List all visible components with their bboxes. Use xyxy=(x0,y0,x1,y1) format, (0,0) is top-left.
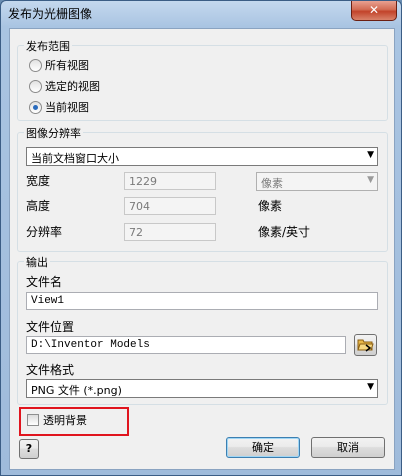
height-field[interactable]: 704 xyxy=(124,197,216,215)
chevron-down-icon: ▼ xyxy=(367,382,374,392)
resolution-group-label: 图像分辨率 xyxy=(24,125,83,141)
width-label: 宽度 xyxy=(26,174,51,188)
transparent-bg-checkbox[interactable] xyxy=(27,414,39,426)
unit-select[interactable]: 像素 ▼ xyxy=(256,172,378,191)
dpi-label: 分辨率 xyxy=(26,225,63,239)
dialog-window: 发布为光栅图像 ✕ 发布范围 所有视图 选定的视图 当前视图 图像分辨率 当前文… xyxy=(0,0,402,476)
chevron-down-icon: ▼ xyxy=(367,150,374,160)
chevron-down-icon: ▼ xyxy=(367,175,374,185)
filename-field[interactable]: View1 xyxy=(26,292,378,310)
height-label: 高度 xyxy=(26,199,51,213)
dpi-unit-label: 像素/英寸 xyxy=(258,225,311,239)
radio-all-views[interactable] xyxy=(29,59,42,72)
location-label: 文件位置 xyxy=(26,320,75,334)
folder-browse-icon xyxy=(357,339,374,352)
radio-current-view[interactable] xyxy=(29,101,42,114)
format-label: 文件格式 xyxy=(26,363,75,377)
radio-all-views-label: 所有视图 xyxy=(45,59,89,72)
output-group-label: 输出 xyxy=(24,254,50,270)
filename-label: 文件名 xyxy=(26,275,63,289)
dialog-body: 发布范围 所有视图 选定的视图 当前视图 图像分辨率 当前文档窗口大小 ▼ 宽度… xyxy=(9,28,395,470)
format-select-value: PNG 文件 (*.png) xyxy=(31,384,122,397)
window-title: 发布为光栅图像 xyxy=(8,7,93,21)
browse-folder-button[interactable] xyxy=(354,334,377,356)
radio-current-view-label: 当前视图 xyxy=(45,101,89,114)
unit-select-value: 像素 xyxy=(261,177,283,190)
format-select[interactable]: PNG 文件 (*.png) ▼ xyxy=(26,379,378,398)
location-field[interactable]: D:\Inventor Models xyxy=(26,336,346,354)
transparent-bg-label: 透明背景 xyxy=(43,414,87,427)
cancel-button[interactable]: 取消 xyxy=(311,437,385,458)
help-icon: ? xyxy=(25,442,33,455)
title-bar[interactable]: 发布为光栅图像 ✕ xyxy=(1,1,401,27)
radio-selected-views[interactable] xyxy=(29,80,42,93)
close-button[interactable]: ✕ xyxy=(351,1,397,21)
radio-selected-views-label: 选定的视图 xyxy=(45,80,100,93)
help-button[interactable]: ? xyxy=(19,439,39,459)
height-unit-label: 像素 xyxy=(258,199,283,213)
resolution-preset-select[interactable]: 当前文档窗口大小 ▼ xyxy=(26,147,378,166)
resolution-preset-value: 当前文档窗口大小 xyxy=(31,152,119,165)
dpi-field[interactable]: 72 xyxy=(124,223,216,241)
width-field[interactable]: 1229 xyxy=(124,172,216,190)
ok-button[interactable]: 确定 xyxy=(226,437,300,458)
close-icon: ✕ xyxy=(368,3,380,17)
scope-group-label: 发布范围 xyxy=(24,38,72,54)
